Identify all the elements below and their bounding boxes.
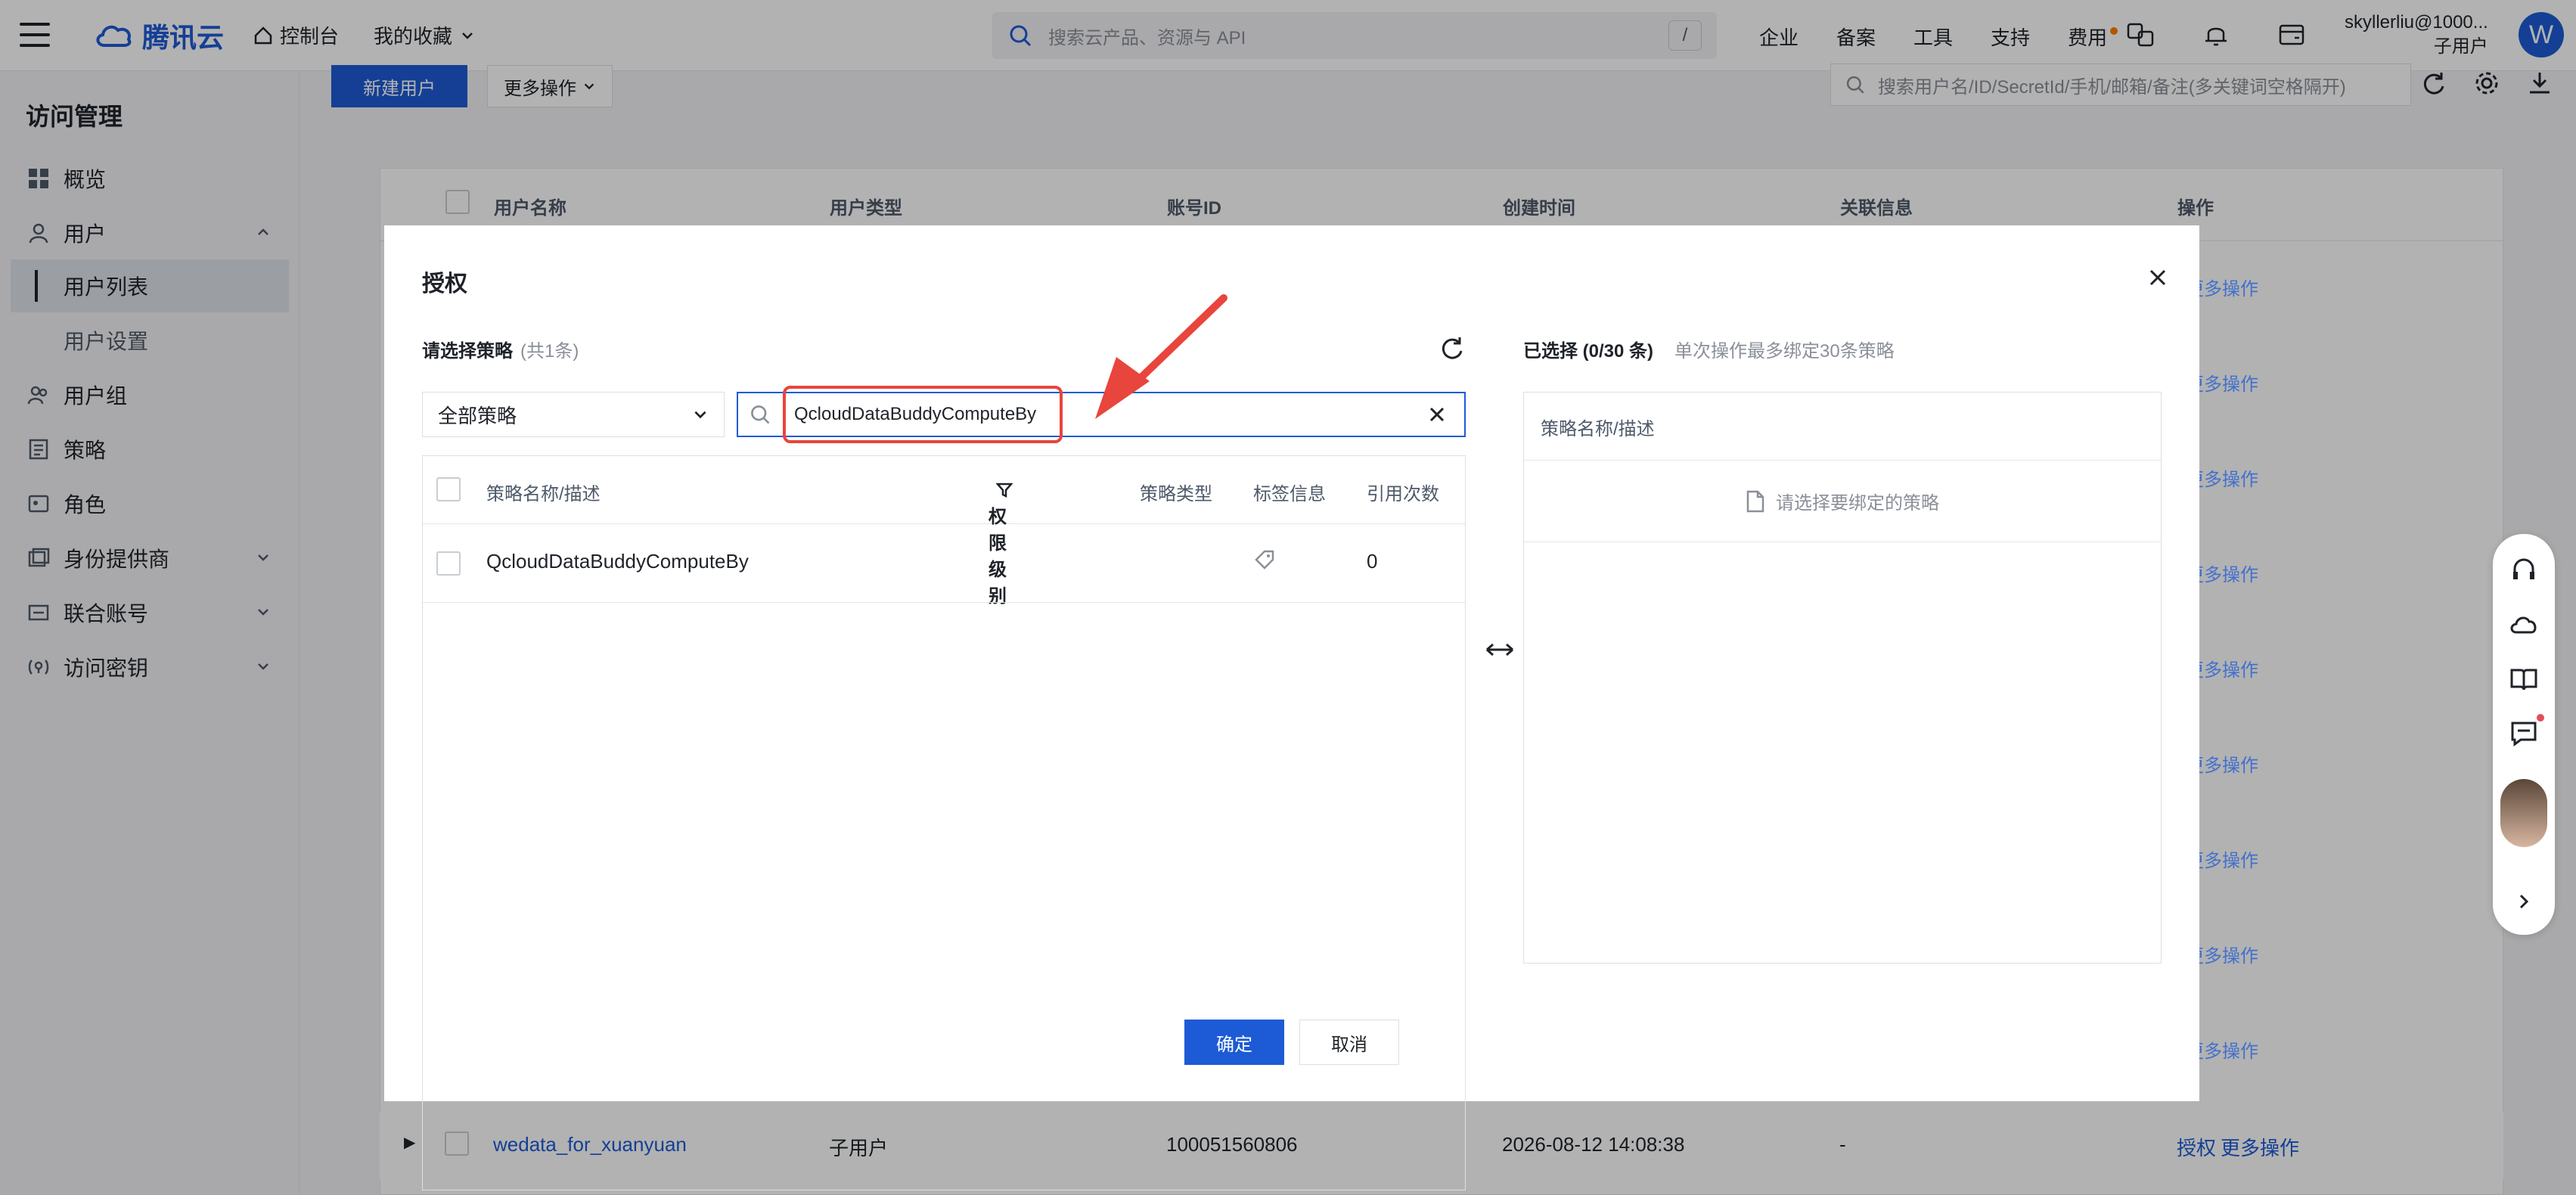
permission-level: - (990, 550, 997, 573)
close-icon[interactable] (2146, 266, 2169, 289)
policy-name: QcloudDataBuddyComputeBy (486, 550, 749, 573)
col-ref-count: 引用次数 (1367, 484, 1439, 504)
col-tag-info: 标签信息 (1253, 484, 1326, 504)
clear-icon[interactable] (1428, 405, 1446, 424)
dialog-title: 授权 (422, 272, 467, 296)
select-all-policies-checkbox[interactable] (436, 477, 461, 501)
table-row[interactable]: QcloudDataBuddyComputeBy - 0 (423, 524, 1465, 603)
policy-table-header: 策略名称/描述 权限级别 策略类型 标签信息 引用次数 (423, 456, 1465, 607)
ref-count: 0 (1367, 550, 1378, 573)
row-checkbox[interactable] (436, 551, 461, 576)
cloud-icon[interactable] (2509, 610, 2539, 640)
col-policy-name: 策略名称/描述 (486, 484, 601, 504)
float-toolbar (2493, 534, 2555, 935)
filter-icon (995, 483, 1013, 498)
policy-count: (共1条) (520, 341, 579, 362)
col-permission-level[interactable]: 权限级别 (989, 479, 1013, 607)
message-icon[interactable] (2509, 719, 2539, 749)
policy-scope-select[interactable]: 全部策略 (422, 392, 725, 437)
selected-label: 已选择 (0/30 条) 单次操作最多绑定30条策略 (1523, 341, 1895, 362)
selected-col-policy-name: 策略名称/描述 (1524, 393, 2161, 461)
tag-icon[interactable] (1253, 548, 1276, 576)
policy-search-field[interactable] (737, 392, 1466, 437)
search-icon (751, 405, 770, 424)
selected-hint: 单次操作最多绑定30条策略 (1674, 341, 1895, 362)
confirm-button[interactable]: 确定 (1184, 1020, 1284, 1065)
assistant-avatar[interactable] (2500, 779, 2547, 847)
selected-policy-table: 策略名称/描述 请选择要绑定的策略 (1523, 392, 2162, 964)
policy-search-input[interactable] (794, 404, 1399, 425)
swap-arrows-icon (1486, 643, 1513, 656)
chevron-down-icon (694, 411, 706, 419)
refresh-icon[interactable] (1439, 334, 1466, 362)
empty-state: 请选择要绑定的策略 (1524, 461, 2161, 542)
file-icon (1746, 490, 1764, 512)
book-icon[interactable] (2509, 664, 2539, 694)
policy-table: 策略名称/描述 权限级别 策略类型 标签信息 引用次数 QcloudDataBu… (422, 455, 1466, 1190)
col-policy-type: 策略类型 (1140, 484, 1212, 504)
chevron-right-icon[interactable] (2509, 886, 2539, 917)
authorize-dialog: 授权 请选择策略(共1条) 全部策略 策略名称/描述 权限级别 策略类型 标签信… (384, 225, 2199, 1190)
notification-dot (2537, 714, 2544, 722)
cancel-button[interactable]: 取消 (1299, 1020, 1399, 1065)
headset-icon[interactable] (2509, 555, 2539, 585)
select-policy-label: 请选择策略 (共1条) (422, 341, 579, 362)
